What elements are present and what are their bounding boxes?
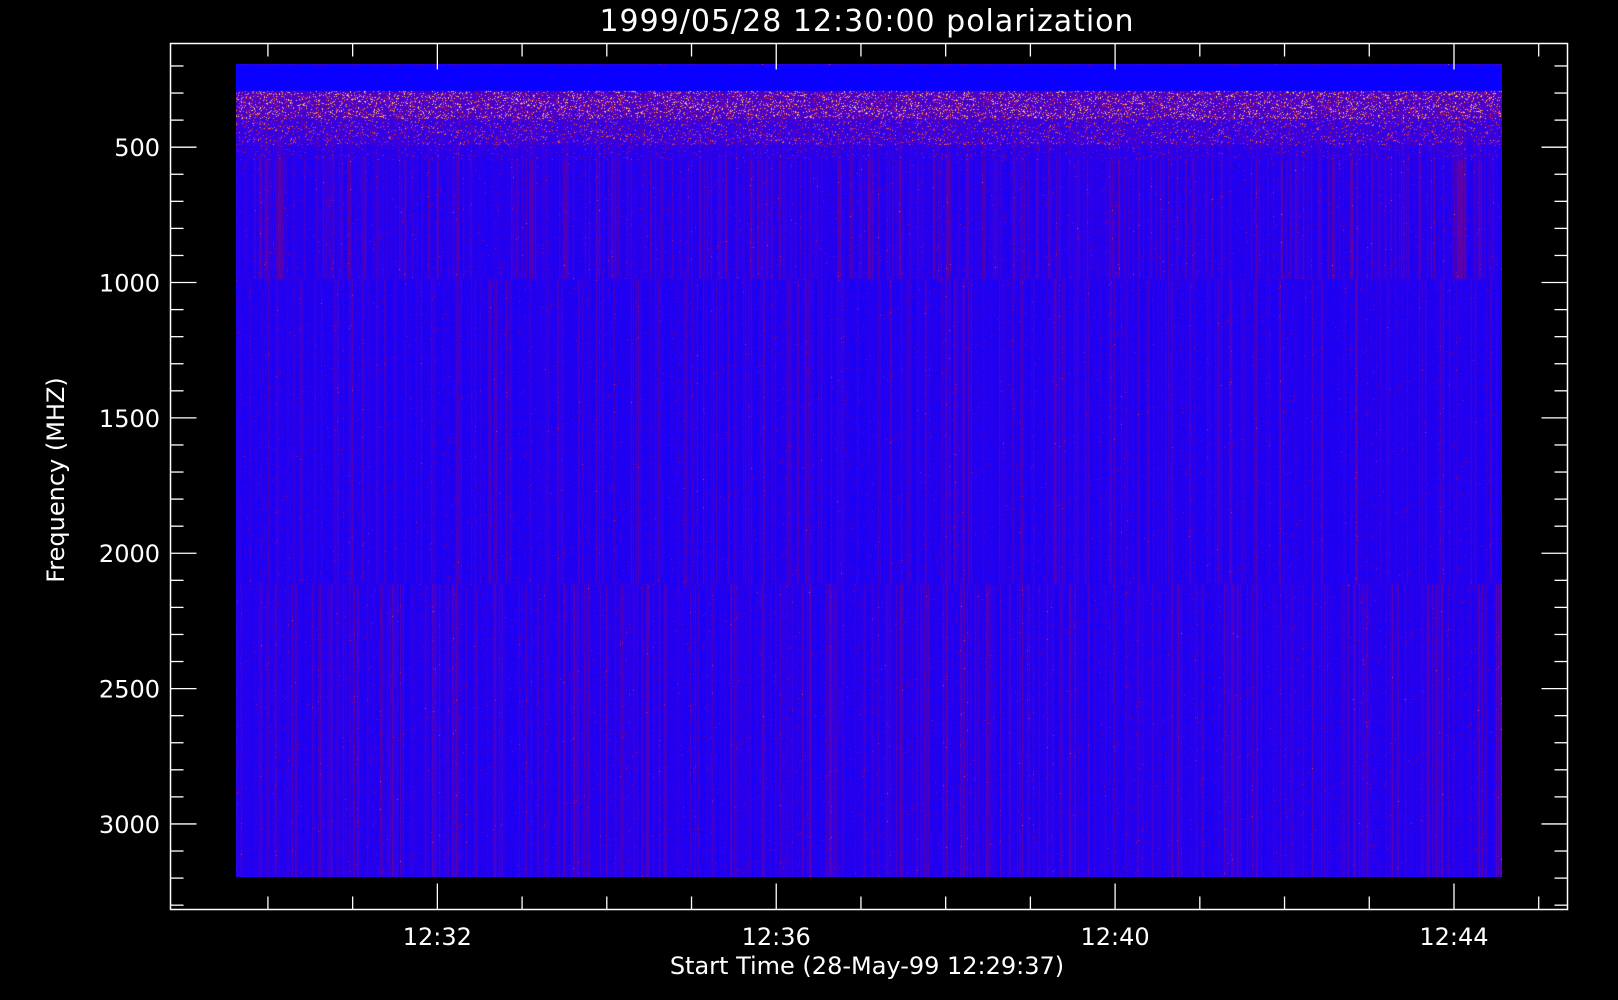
y-tick-label: 2000 bbox=[99, 540, 160, 568]
chart-title: 1999/05/28 12:30:00 polarization bbox=[599, 4, 1134, 39]
y-tick-label: 3000 bbox=[99, 811, 160, 839]
y-tick-label: 500 bbox=[114, 134, 160, 162]
y-axis-tick-labels: 500 1000 1500 2000 2500 3000 bbox=[99, 134, 160, 839]
x-axis-tick-labels: 12:32 12:36 12:40 12:44 bbox=[403, 923, 1489, 951]
y-tick-label: 1000 bbox=[99, 270, 160, 298]
y-tick-label: 1500 bbox=[99, 405, 160, 433]
x-tick-label: 12:32 bbox=[403, 923, 472, 951]
x-axis-label: Start Time (28-May-99 12:29:37) bbox=[670, 952, 1064, 980]
x-tick-label: 12:40 bbox=[1081, 923, 1150, 951]
y-tick-label: 2500 bbox=[99, 676, 160, 704]
polarization-heatmap bbox=[236, 64, 1502, 877]
x-tick-label: 12:36 bbox=[742, 923, 811, 951]
heatmap-image bbox=[236, 64, 1502, 877]
spectrogram-chart: 1999/05/28 12:30:00 polarization 500 1000… bbox=[42, 4, 1569, 980]
y-axis-label: Frequency (MHZ) bbox=[42, 377, 70, 583]
x-tick-label: 12:44 bbox=[1419, 923, 1488, 951]
